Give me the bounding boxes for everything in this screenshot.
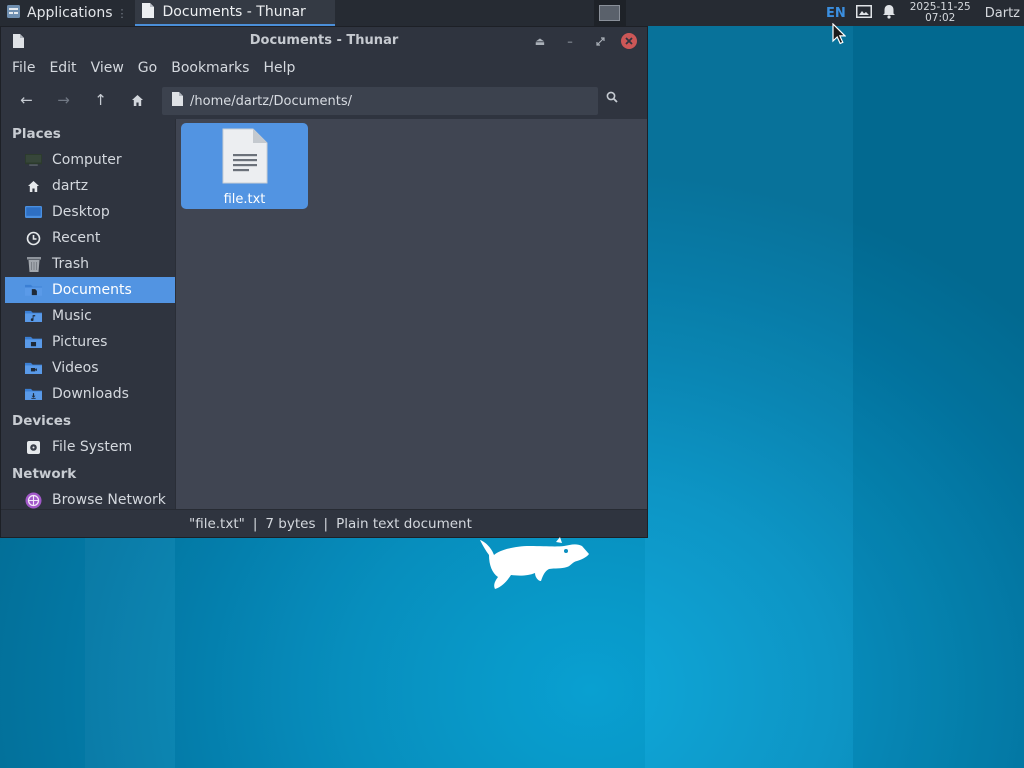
image-icon[interactable] [855, 4, 872, 22]
applications-icon [6, 4, 21, 23]
toolbar: ← → ↑ /home/dartz/Documents/ [1, 81, 647, 119]
thunar-window: Documents - Thunar ⏏ – File Edit View Go… [0, 26, 648, 538]
workspace-4[interactable] [690, 0, 722, 26]
taskbar-thunar-button[interactable]: Documents - Thunar [134, 0, 335, 26]
menu-go[interactable]: Go [131, 60, 164, 76]
home-icon[interactable] [119, 85, 156, 115]
status-file-name: "file.txt" [189, 515, 245, 532]
menu-edit[interactable]: Edit [42, 60, 83, 76]
panel-separator-icon: ⋮ [116, 6, 128, 20]
keyboard-layout-indicator[interactable]: EN [826, 6, 846, 21]
sidebar-item-label: dartz [52, 178, 89, 194]
sidebar-item-label: Desktop [52, 204, 110, 220]
workspace-window-preview [599, 5, 621, 21]
sidebar-item-desktop[interactable]: Desktop [5, 199, 175, 225]
sidebar-item-label: Music [52, 308, 92, 324]
sidebar: Places Computer dartz Desktop Recent Tra… [1, 119, 175, 509]
sidebar-item-videos[interactable]: Videos [5, 355, 175, 381]
up-arrow-icon[interactable]: ↑ [82, 85, 119, 115]
close-icon[interactable] [621, 33, 637, 49]
folder-document-icon [172, 92, 183, 110]
downloads-folder-icon [25, 386, 42, 403]
text-file-icon [222, 128, 268, 188]
status-separator: | [252, 515, 258, 532]
sidebar-item-computer[interactable]: Computer [5, 147, 175, 173]
home-icon [25, 178, 42, 195]
file-item[interactable]: file.txt [181, 123, 308, 209]
system-tray: EN 2025-11-25 07:02 Dartz [826, 2, 1024, 24]
desktop-folder-icon [25, 204, 42, 221]
user-menu[interactable]: Dartz [985, 6, 1020, 21]
workspace-switcher[interactable] [593, 0, 722, 26]
sidebar-item-music[interactable]: Music [5, 303, 175, 329]
menu-help[interactable]: Help [256, 60, 302, 76]
location-bar[interactable]: /home/dartz/Documents/ [162, 87, 598, 115]
sidebar-item-label: Computer [52, 152, 122, 168]
clock-time: 07:02 [925, 12, 956, 24]
forward-arrow-icon[interactable]: → [45, 85, 82, 115]
documents-folder-icon [25, 282, 42, 299]
window-titlebar[interactable]: Documents - Thunar ⏏ – [1, 27, 647, 55]
videos-folder-icon [25, 360, 42, 377]
menu-bookmarks[interactable]: Bookmarks [164, 60, 256, 76]
sidebar-section-network: Network [12, 466, 77, 482]
shade-icon[interactable]: ⏏ [531, 32, 549, 50]
network-globe-icon [25, 492, 42, 509]
applications-menu-button[interactable]: Applications ⋮ [0, 0, 134, 26]
sidebar-item-label: Pictures [52, 334, 108, 350]
workspace-1[interactable] [593, 0, 626, 26]
applications-label: Applications [27, 5, 113, 21]
top-panel: Applications ⋮ Documents - Thunar EN 202… [0, 0, 1024, 26]
xfce-mouse-logo [474, 536, 594, 604]
sidebar-item-recent[interactable]: Recent [5, 225, 175, 251]
file-view[interactable]: file.txt [175, 119, 647, 509]
mouse-cursor-icon [832, 22, 847, 49]
sidebar-item-label: Browse Network [52, 492, 166, 508]
sidebar-item-label: Videos [52, 360, 99, 376]
sidebar-item-label: Trash [52, 256, 89, 272]
sidebar-item-label: File System [52, 439, 133, 455]
sidebar-item-pictures[interactable]: Pictures [5, 329, 175, 355]
computer-icon [25, 152, 42, 169]
menu-file[interactable]: File [5, 60, 42, 76]
status-file-type: Plain text document [336, 515, 472, 532]
trash-icon [25, 256, 42, 273]
menubar: File Edit View Go Bookmarks Help [1, 55, 647, 81]
menu-view[interactable]: View [84, 60, 131, 76]
sidebar-item-documents[interactable]: Documents [5, 277, 175, 303]
music-folder-icon [25, 308, 42, 325]
desktop-band [645, 26, 853, 768]
file-name: file.txt [223, 192, 266, 207]
sidebar-section-places: Places [12, 126, 61, 142]
workspace-2[interactable] [626, 0, 658, 26]
back-arrow-icon[interactable]: ← [8, 85, 45, 115]
sidebar-item-dartz[interactable]: dartz [5, 173, 175, 199]
window-body: Places Computer dartz Desktop Recent Tra… [1, 119, 647, 509]
sidebar-item-label: Documents [52, 282, 132, 298]
location-path: /home/dartz/Documents/ [190, 93, 352, 109]
minimize-icon[interactable]: – [561, 32, 579, 50]
drive-icon [25, 439, 42, 456]
sidebar-item-downloads[interactable]: Downloads [5, 381, 175, 407]
sidebar-section-devices: Devices [12, 413, 71, 429]
pictures-folder-icon [25, 334, 42, 351]
sidebar-item-trash[interactable]: Trash [5, 251, 175, 277]
sidebar-item-label: Recent [52, 230, 101, 246]
maximize-icon[interactable] [591, 32, 609, 50]
workspace-3[interactable] [658, 0, 690, 26]
document-icon [141, 2, 154, 22]
search-icon[interactable] [606, 91, 618, 107]
notification-bell-icon[interactable] [882, 4, 896, 23]
clock-icon [25, 230, 42, 247]
status-file-size: 7 bytes [265, 515, 316, 532]
sidebar-item-label: Downloads [52, 386, 129, 402]
taskbar-thunar-label: Documents - Thunar [162, 4, 306, 20]
sidebar-item-file-system[interactable]: File System [5, 434, 175, 460]
desktop-band [853, 26, 1024, 768]
clock[interactable]: 2025-11-25 07:02 [910, 2, 971, 24]
status-separator: | [323, 515, 329, 532]
statusbar: "file.txt" | 7 bytes | Plain text docume… [1, 509, 647, 537]
